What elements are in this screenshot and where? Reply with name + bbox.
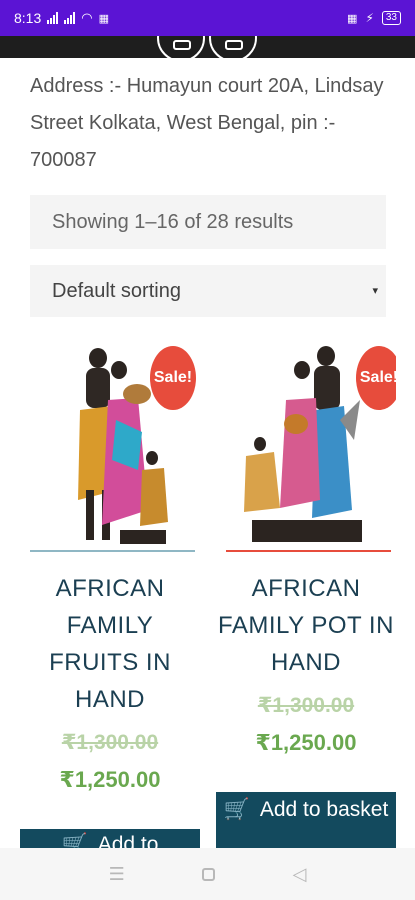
- product-title[interactable]: AFRICAN FAMILY POT IN HAND: [216, 570, 396, 681]
- account-icon[interactable]: [157, 36, 205, 58]
- product-divider: [226, 550, 391, 552]
- cart-icon: 🛒: [61, 833, 88, 848]
- header-strip: [0, 36, 415, 58]
- product-divider: [30, 550, 195, 552]
- sorting-select[interactable]: Default sorting ▾: [30, 265, 386, 317]
- sale-badge: Sale!: [356, 346, 396, 410]
- product-old-price: ₹1,300.00: [61, 731, 159, 754]
- wifi-icon: ◠: [81, 10, 93, 25]
- product-old-price: ₹1,300.00: [257, 694, 355, 717]
- cart-icon: 🛒: [223, 798, 250, 821]
- product-sale-price: ₹1,250.00: [255, 730, 357, 755]
- battery-icon: 33: [381, 11, 401, 25]
- store-address: Address :- Humayun court 20A, Lindsay St…: [30, 75, 384, 171]
- status-bar: 8:13 ◠ ▦ ▦ ⚡ 33: [0, 0, 415, 36]
- back-icon[interactable]: ◁: [292, 864, 306, 885]
- add-to-basket-button[interactable]: 🛒 Add to: [20, 829, 200, 848]
- product-card[interactable]: Sale! AFRICAN FAMILY POT IN HAND ₹1,300.…: [216, 340, 396, 756]
- product-image[interactable]: Sale!: [216, 340, 396, 550]
- result-count: Showing 1–16 of 28 results: [30, 195, 386, 249]
- sale-badge: Sale!: [150, 346, 196, 410]
- home-icon[interactable]: [202, 867, 216, 881]
- product-title[interactable]: AFRICAN FAMILY FRUITS IN HAND: [20, 570, 200, 718]
- cart-header-icon[interactable]: [209, 36, 257, 58]
- product-image[interactable]: Sale!: [20, 340, 200, 550]
- add-to-basket-label: Add to basket: [259, 798, 389, 821]
- vibrate-icon: ▦: [347, 12, 358, 25]
- wifi-status-icon: ⚡: [365, 11, 374, 25]
- menu-icon[interactable]: ☰: [109, 864, 125, 885]
- notification-icon: ▦: [98, 12, 109, 25]
- page-content: Address :- Humayun court 20A, Lindsay St…: [0, 58, 415, 848]
- signal-icon: [47, 12, 59, 24]
- product-card[interactable]: Sale! AFRICAN FAMILY FRUITS IN HAND ₹1,3…: [20, 340, 200, 793]
- product-sale-price: ₹1,250.00: [59, 767, 161, 792]
- status-time: 8:13: [14, 10, 42, 26]
- sorting-selected-label: Default sorting: [52, 280, 181, 302]
- chevron-down-icon: ▾: [372, 285, 378, 297]
- signal-icon-2: [64, 12, 76, 24]
- add-to-basket-button[interactable]: 🛒 Add to basket: [216, 792, 396, 848]
- system-nav-bar: ☰ ◁: [0, 848, 415, 900]
- add-to-basket-label: Add to: [97, 833, 159, 848]
